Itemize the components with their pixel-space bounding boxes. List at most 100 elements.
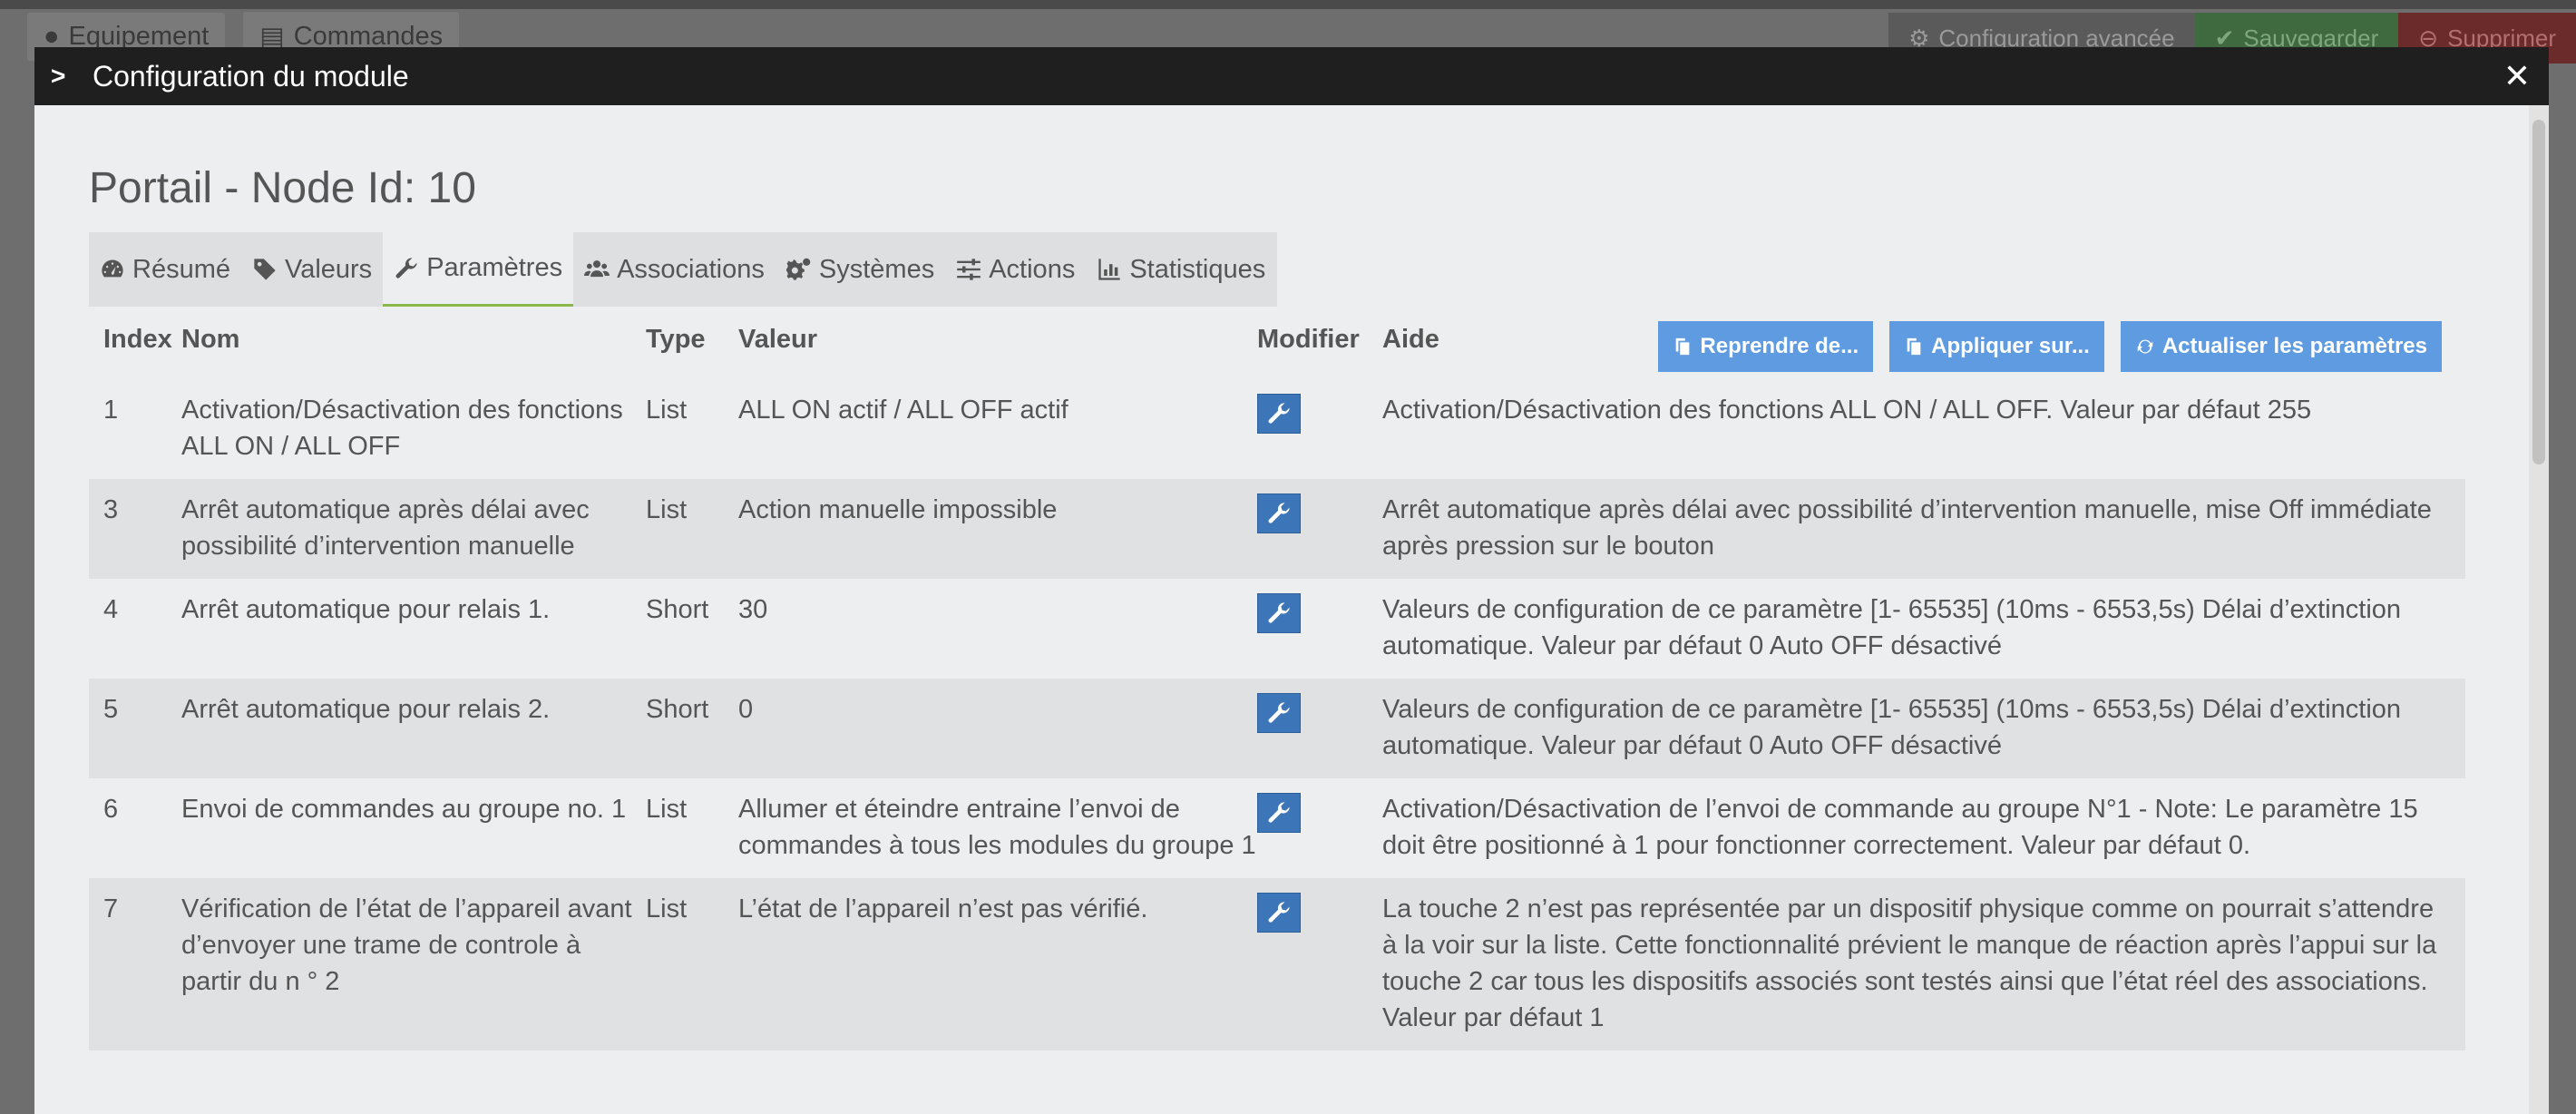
- chevron-right-icon: >: [51, 62, 66, 90]
- row-help: Activation/Désactivation des fonctions A…: [1382, 396, 2312, 425]
- row-name: Envoi de commandes au groupe no. 1: [181, 795, 627, 824]
- table-header: Index Nom Type Valeur Modifier Aide Repr…: [89, 307, 2465, 379]
- edit-parameter-button[interactable]: [1257, 793, 1301, 833]
- tab-resume[interactable]: Résumé: [89, 232, 241, 307]
- wrench-icon: [1268, 702, 1290, 723]
- tab-label: Associations: [617, 254, 765, 284]
- copy-icon: [1907, 337, 1921, 356]
- tab-label: Actions: [989, 254, 1076, 284]
- dashboard-icon: [102, 259, 123, 278]
- background-topbar: [0, 0, 2576, 9]
- row-type: List: [646, 396, 688, 425]
- row-index: 7: [103, 894, 119, 923]
- row-name: Vérification de l’état de l’appareil ava…: [181, 894, 632, 996]
- tab-statistiques[interactable]: Statistiques: [1086, 232, 1276, 307]
- wrench-icon: [395, 257, 417, 278]
- edit-parameter-button[interactable]: [1257, 493, 1301, 533]
- node-title: Portail - Node Id: 10: [89, 164, 476, 212]
- header-modify: Modifier: [1257, 325, 1360, 354]
- row-help: Arrêt automatique après délai avec possi…: [1382, 495, 2432, 561]
- tab-label: Statistiques: [1129, 254, 1266, 284]
- config-tabs: Résumé Valeurs Paramètres Associations S…: [89, 232, 1277, 307]
- tab-label: Résumé: [132, 254, 230, 284]
- row-index: 3: [103, 495, 119, 524]
- modal-scrollbar[interactable]: [2529, 105, 2549, 1114]
- tab-parametres[interactable]: Paramètres: [383, 232, 574, 307]
- tab-label: Systèmes: [818, 254, 935, 284]
- edit-parameter-button[interactable]: [1257, 893, 1301, 933]
- reprendre-label: Reprendre de...: [1700, 334, 1859, 358]
- row-name: Activation/Désactivation des fonctions A…: [181, 396, 623, 461]
- table-row: 7 Vérification de l’état de l’appareil a…: [89, 878, 2465, 1050]
- wrench-icon: [1268, 802, 1290, 823]
- wrench-icon: [1268, 902, 1290, 923]
- tab-label: Paramètres: [426, 253, 563, 282]
- actualiser-label: Actualiser les paramètres: [2161, 334, 2427, 358]
- row-modify: [1257, 691, 1382, 733]
- row-modify: [1257, 392, 1382, 434]
- table-row: 1 Activation/Désactivation des fonctions…: [89, 379, 2465, 479]
- header-index: Index: [103, 325, 172, 354]
- row-help: Valeurs de configuration de ce paramètre…: [1382, 695, 2402, 760]
- row-value: Allumer et éteindre entraine l’envoi de …: [738, 795, 1256, 860]
- close-icon[interactable]: ✕: [2503, 57, 2531, 95]
- table-actions: Reprendre de... Appliquer sur... Actuali…: [1658, 321, 2442, 372]
- row-value: 30: [738, 595, 768, 624]
- table-row: 5 Arrêt automatique pour relais 2. Short…: [89, 679, 2465, 778]
- modal-title: Configuration du module: [93, 59, 409, 93]
- modal-header: > Configuration du module ✕: [34, 47, 2549, 105]
- row-name: Arrêt automatique après délai avec possi…: [181, 495, 590, 561]
- row-type: List: [646, 495, 688, 524]
- row-value: L’état de l’appareil n’est pas vérifié.: [738, 894, 1148, 923]
- tag-icon: [254, 259, 276, 280]
- row-index: 4: [103, 595, 119, 624]
- row-index: 6: [103, 795, 119, 824]
- tab-systemes[interactable]: Systèmes: [776, 232, 945, 307]
- row-value: Action manuelle impossible: [738, 495, 1058, 524]
- row-name: Arrêt automatique pour relais 1.: [181, 595, 551, 624]
- row-modify: [1257, 591, 1382, 633]
- row-value: 0: [738, 695, 754, 724]
- gears-icon: [785, 258, 811, 280]
- actualiser-button[interactable]: Actualiser les paramètres: [2120, 321, 2442, 372]
- edit-parameter-button[interactable]: [1257, 593, 1301, 633]
- reprendre-button[interactable]: Reprendre de...: [1658, 321, 1874, 372]
- bar-chart-icon: [1098, 259, 1120, 280]
- row-name: Arrêt automatique pour relais 2.: [181, 695, 551, 724]
- modal-content: Portail - Node Id: 10 Résumé Valeurs Par…: [34, 161, 2549, 1050]
- sliders-icon: [957, 259, 981, 280]
- copy-icon: [1676, 337, 1690, 356]
- scrollbar-thumb[interactable]: [2532, 120, 2545, 464]
- row-modify: [1257, 891, 1382, 933]
- edit-parameter-button[interactable]: [1257, 693, 1301, 733]
- row-index: 1: [103, 396, 119, 425]
- refresh-icon: [2137, 339, 2153, 354]
- wrench-icon: [1268, 403, 1290, 424]
- appliquer-button[interactable]: Appliquer sur...: [1889, 321, 2104, 372]
- tab-associations[interactable]: Associations: [573, 232, 776, 307]
- table-row: 6 Envoi de commandes au groupe no. 1 Lis…: [89, 778, 2465, 878]
- users-icon: [584, 260, 610, 278]
- wrench-icon: [1268, 503, 1290, 523]
- header-name: Nom: [181, 325, 240, 354]
- tab-label: Valeurs: [285, 254, 373, 284]
- row-help: Valeurs de configuration de ce paramètre…: [1382, 595, 2402, 660]
- edit-parameter-button[interactable]: [1257, 394, 1301, 434]
- row-modify: [1257, 791, 1382, 833]
- row-type: List: [646, 894, 688, 923]
- tab-actions[interactable]: Actions: [945, 232, 1086, 307]
- row-help: Activation/Désactivation de l’envoi de c…: [1382, 795, 2418, 860]
- row-help: La touche 2 n’est pas représentée par un…: [1382, 894, 2437, 1032]
- tab-valeurs[interactable]: Valeurs: [241, 232, 383, 307]
- row-type: Short: [646, 695, 709, 724]
- header-value: Valeur: [738, 325, 818, 354]
- row-modify: [1257, 492, 1382, 533]
- table-row: 3 Arrêt automatique après délai avec pos…: [89, 479, 2465, 579]
- row-value: ALL ON actif / ALL OFF actif: [738, 396, 1068, 425]
- header-type: Type: [646, 325, 706, 354]
- table-row: 4 Arrêt automatique pour relais 1. Short…: [89, 579, 2465, 679]
- wrench-icon: [1268, 602, 1290, 623]
- row-index: 5: [103, 695, 119, 724]
- appliquer-label: Appliquer sur...: [1931, 334, 2090, 358]
- row-type: List: [646, 795, 688, 824]
